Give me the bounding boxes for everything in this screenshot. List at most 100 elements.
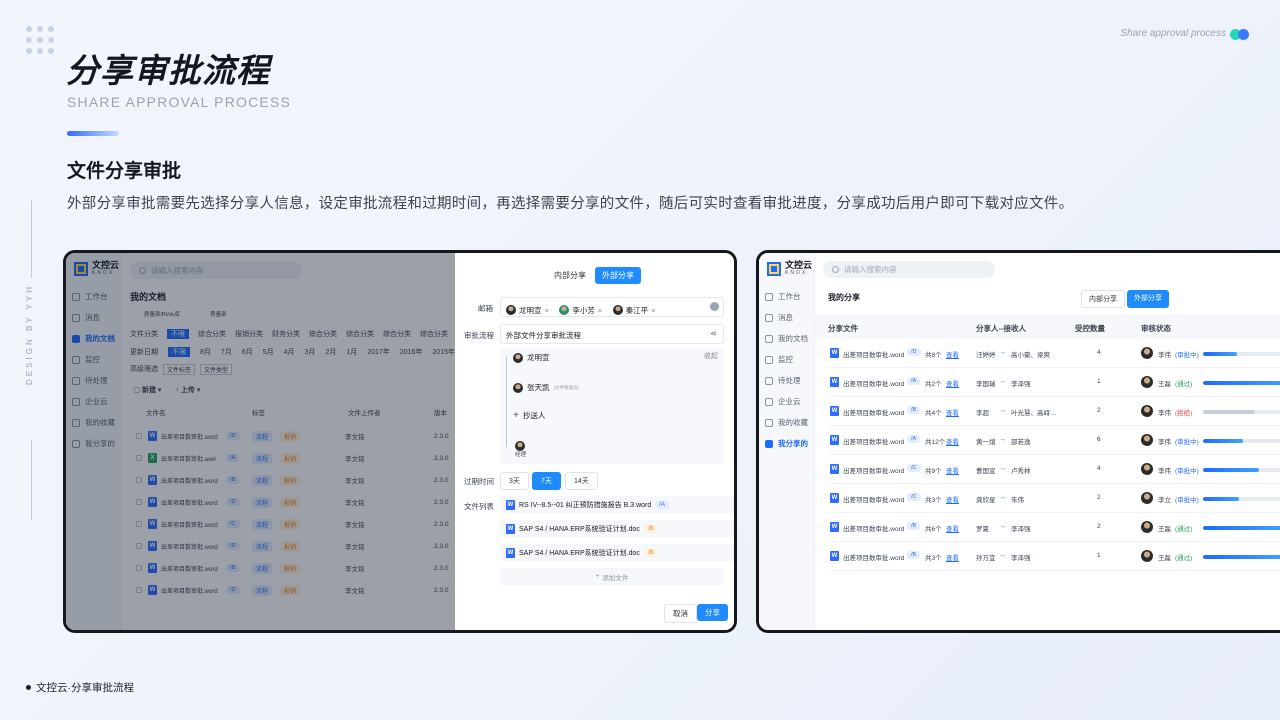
view-link[interactable]: 查看 (946, 494, 959, 504)
vertical-divider (31, 440, 32, 520)
column-header[interactable]: 审核状态 (1141, 323, 1171, 334)
search-input[interactable]: 请输入搜索内容 (823, 261, 995, 278)
sharer: 黄一煊 (976, 439, 996, 446)
arrow-right-icon: → (999, 407, 1006, 414)
column-header[interactable]: 受控数量 (1075, 323, 1105, 334)
sharer: 孙万宜 (976, 555, 996, 562)
word-file-icon: W (506, 547, 515, 558)
table-row[interactable]: W 出差项目数审批.word/D 共8个 查看 汪婷婷 → 高小豪、梁爽 4 李伟 (审批中) (828, 339, 1280, 368)
receiver: 邵若逸 (1011, 439, 1031, 446)
approval-progress-bar (1203, 439, 1280, 443)
approver: 李伟 (1158, 468, 1171, 475)
flow-share-icon[interactable]: ⋖ (710, 329, 717, 338)
table-row[interactable]: W 出差项目数审批.word/C 共9个 查看 曹国宣 → 卢秀林 4 李伟 (审批中) (828, 455, 1280, 484)
add-cc-button[interactable]: + 抄送人 (513, 410, 545, 421)
avatar (513, 352, 523, 363)
receiver: 朱伟 (1011, 497, 1024, 504)
view-link[interactable]: 查看 (946, 349, 959, 359)
flow-select[interactable]: 外部文件分享审批流程 (500, 324, 724, 344)
column-header[interactable]: 分享人--接收人 (976, 323, 1026, 334)
app-logo: 文控云 KNOX (767, 261, 812, 276)
file-name[interactable]: 出差项目数审批.word (843, 349, 904, 359)
sidebar-item-my-docs[interactable]: 我的文档 (765, 333, 808, 344)
receiver: 卢秀林 (1011, 468, 1031, 475)
receiver: 高小豪、梁爽 (1011, 352, 1050, 359)
file-item: WSAP S4 / HANA ERP系统验证计划.doc/B× (500, 544, 734, 561)
flow-label: 审批流程 (464, 331, 494, 340)
recipient-chip: 李小芳 × (559, 305, 602, 316)
table-row[interactable]: W 出差项目数审批.word/A 共2个 查看 李国瑞 → 李泽强 1 王磊 (通过) (828, 368, 1280, 397)
share-button[interactable]: 分享 (697, 604, 728, 621)
logo-icon (767, 261, 781, 276)
sidebar-item-favorites[interactable]: 我的收藏 (765, 417, 808, 428)
contact-picker-icon[interactable] (710, 302, 719, 311)
view-link[interactable]: 查看 (946, 523, 959, 533)
table-row[interactable]: W 出差项目数审批.word/B 共6个 查看 罗夏 → 李泽强 2 王磊 (通过) (828, 513, 1280, 542)
word-file-icon: W (830, 377, 839, 387)
word-file-icon: W (830, 435, 839, 445)
recipient-field[interactable]: 龙明宣 × 李小芳 × 秦江平 × (500, 297, 724, 317)
view-link[interactable]: 查看 (946, 436, 959, 446)
add-file-label: 添加文件 (602, 574, 629, 582)
file-tag: /A (907, 377, 921, 385)
word-file-icon: W (830, 348, 839, 358)
view-link[interactable]: 查看 (946, 378, 959, 388)
column-header[interactable]: 分享文件 (828, 323, 858, 334)
expire-7d[interactable]: 7天 (532, 472, 561, 490)
word-file-icon: W (830, 522, 839, 532)
file-name[interactable]: 出差项目数审批.word (843, 523, 904, 533)
tab-internal-share[interactable]: 内部分享 (547, 267, 593, 284)
expire-3d[interactable]: 3天 (500, 472, 529, 490)
expire-14d[interactable]: 14天 (565, 472, 598, 490)
file-name[interactable]: 出差项目数审批.word (843, 407, 904, 417)
file-name[interactable]: 出差项目数审批.word (843, 465, 904, 475)
view-link[interactable]: 查看 (946, 407, 959, 417)
approval-progress-bar (1203, 410, 1280, 414)
avatar (1141, 521, 1153, 533)
arrow-right-icon: → (999, 378, 1006, 385)
table-row[interactable]: W 出差项目数审批.word/B 共3个 查看 孙万宜 → 李泽强 1 王磊 (通过) (828, 542, 1280, 571)
remove-chip-icon[interactable]: × (651, 306, 655, 315)
table-row[interactable]: W 出差项目数审批.word/B 共4个 查看 李超 → 叶光慧、高峙… 2 李伟 (拒绝) (828, 397, 1280, 426)
sidebar-item-enterprise-cloud[interactable]: 企业云 (765, 396, 801, 407)
receiver: 李泽强 (1011, 526, 1031, 533)
sidebar-item-pending[interactable]: 待处理 (765, 375, 801, 386)
controlled-qty: 2 (1097, 407, 1101, 414)
file-name[interactable]: 出差项目数审批.word (843, 436, 904, 446)
tab-external-share[interactable]: 外部分享 (595, 267, 641, 284)
status-badge: (通过) (1175, 555, 1193, 562)
status-badge: (审批中) (1175, 439, 1199, 446)
sidebar-item-label: 监控 (778, 355, 793, 364)
search-icon (832, 266, 839, 273)
logo-en: KNOX (785, 270, 808, 276)
file-name[interactable]: 出差项目数审批.word (843, 552, 904, 562)
remove-chip-icon[interactable]: × (545, 306, 549, 315)
word-file-icon: W (830, 551, 839, 561)
sidebar-item-messages[interactable]: 消息 (765, 312, 793, 323)
screen-my-shares: 文控云 KNOX 工作台 消息 我的文档 监控 待处理 企业云 我的收藏 我分享的… (756, 250, 1280, 633)
approval-progress-bar (1203, 555, 1280, 559)
tab-internal-share[interactable]: 内部分享 (1081, 290, 1125, 308)
file-name[interactable]: 出差项目数审批.word (843, 494, 904, 504)
sidebar-item-my-shares[interactable]: 我分享的 (765, 438, 808, 449)
approval-progress-bar (1203, 352, 1280, 356)
table-row[interactable]: W 出差项目数审批.word/A 共12个 查看 黄一煊 → 邵若逸 6 李伟 (审批中) (828, 426, 1280, 455)
sidebar-item-workbench[interactable]: 工作台 (765, 291, 801, 302)
tab-external-share[interactable]: 外部分享 (1127, 290, 1169, 308)
collapse-link[interactable]: 收起 (704, 351, 718, 361)
dots-decoration-icon (26, 26, 54, 54)
arrow-right-icon: → (999, 523, 1006, 530)
file-count: 共4个 (925, 410, 942, 417)
view-link[interactable]: 查看 (946, 465, 959, 475)
table-row[interactable]: W 出差项目数审批.word/C 共3个 查看 龚欣星 → 朱伟 2 李立 (审批中) (828, 484, 1280, 513)
cancel-button[interactable]: 取消 (664, 604, 697, 623)
file-name[interactable]: 出差项目数审批.word (843, 378, 904, 388)
add-file-button[interactable]: + 添加文件 (500, 568, 724, 585)
controlled-qty: 6 (1097, 436, 1101, 443)
sidebar-item-monitor[interactable]: 监控 (765, 354, 793, 365)
view-link[interactable]: 查看 (946, 552, 959, 562)
modal-overlay[interactable] (66, 253, 455, 630)
remove-chip-icon[interactable]: × (598, 306, 602, 315)
flow-steps-box (500, 348, 724, 464)
avatar (1141, 347, 1153, 359)
